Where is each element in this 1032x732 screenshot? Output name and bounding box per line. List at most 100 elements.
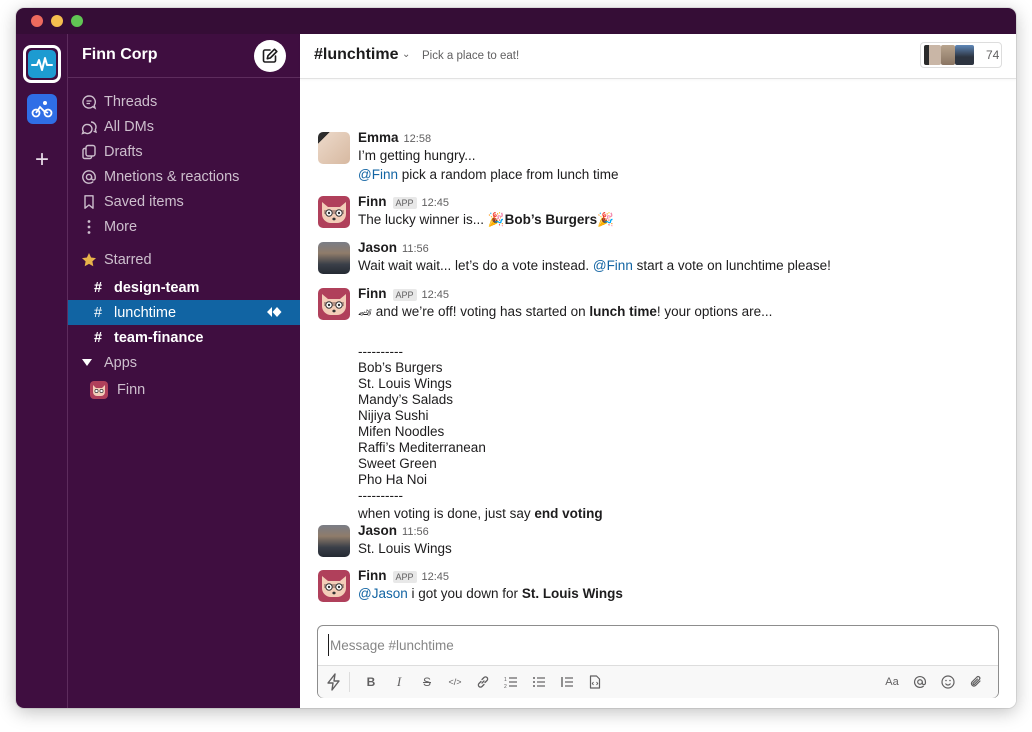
bold-button[interactable]: B [361,673,381,691]
app-badge: APP [392,571,417,583]
code-button[interactable]: </> [445,673,465,691]
avatar[interactable] [318,132,350,164]
message: Emma 12:58 I’m getting hungry... @Finn p… [300,128,1016,192]
apps-label: Apps [104,354,138,371]
nav-list: Threads All DMs Drafts Mnetions & reacti… [68,78,300,405]
minimize-window-button[interactable] [51,15,63,27]
vote-option: Pho Ha Noi [358,472,428,487]
ordered-list-icon[interactable]: 12 [501,673,521,691]
blockquote-icon[interactable] [557,673,577,691]
message-composer: B I S </> 12 Aa [317,625,999,698]
nav-label: Mnetions & reactions [104,168,240,185]
app-badge: APP [392,197,417,209]
text-span: start a vote on lunchtime please! [632,258,831,273]
vote-option: Nijiya Sushi [358,408,429,423]
finn-raccoon-icon [322,202,346,223]
app-activity-icon [266,306,284,322]
strikethrough-button[interactable]: S [417,673,437,691]
author-name[interactable]: Finn [358,568,387,583]
message: Finn APP 12:45 🏎 and we’re off! voting h… [300,284,1016,521]
app-window: + Finn Corp Threads All DMs Drafts Mneti… [16,8,1016,708]
author-name[interactable]: Emma [358,130,399,145]
nav-mentions-reactions[interactable]: Mnetions & reactions [68,164,300,189]
divider-text: ---------- [358,344,403,359]
channel-topic: Pick a place to eat! [422,50,520,62]
avatar[interactable] [318,570,350,602]
emoji-icon[interactable] [938,673,958,691]
avatar[interactable] [318,525,350,557]
link-icon[interactable] [473,673,493,691]
app-label: Finn [117,382,146,398]
workspace-rail: + [16,34,68,708]
chevron-down-icon[interactable]: ⌄ [402,49,410,60]
more-vertical-icon [80,218,98,236]
author-name[interactable]: Finn [358,286,387,301]
avatar[interactable] [318,288,350,320]
mention-link[interactable]: @Finn [593,258,633,273]
channel-design-team[interactable]: # design-team [68,275,300,300]
compose-button[interactable] [254,40,286,72]
channel-title[interactable]: #lunchtime [314,46,398,64]
finn-app-icon [90,381,108,399]
sidebar: Finn Corp Threads All DMs Drafts Mnetion… [68,34,300,708]
app-badge: APP [392,289,417,301]
dms-icon [80,118,98,136]
avatar[interactable] [318,196,350,228]
timestamp[interactable]: 12:45 [422,571,450,583]
channel-view: #lunchtime ⌄ Pick a place to eat! 74 Emm… [300,34,1016,708]
nav-label: Drafts [104,143,143,160]
timestamp[interactable]: 11:56 [402,243,429,255]
text-span: and we’re off! voting has started on [371,304,590,319]
workspace-finn-corp[interactable] [23,45,61,83]
message-text: @Finn pick a random place from lunch tim… [358,165,1016,184]
bulleted-list-icon[interactable] [529,673,549,691]
bicycle-icon [31,101,53,118]
bold-text: end voting [534,506,603,521]
message: Finn APP 12:45 @Jason i got you down for… [300,566,1016,612]
shortcuts-lightning-icon[interactable] [324,673,344,691]
nav-threads[interactable]: Threads [68,89,300,114]
message: Jason 11:56 Wait wait wait... let’s do a… [300,238,1016,284]
maximize-window-button[interactable] [71,15,83,27]
nav-more[interactable]: More [68,214,300,239]
timestamp[interactable]: 12:58 [404,133,432,145]
formatting-toggle-button[interactable]: Aa [882,673,902,691]
finn-raccoon-icon [322,576,346,597]
workspace-header[interactable]: Finn Corp [68,34,300,78]
nav-drafts[interactable]: Drafts [68,139,300,164]
italic-button[interactable]: I [389,673,409,691]
finn-raccoon-icon [322,294,346,315]
vote-option: Sweet Green [358,456,437,471]
message-input[interactable] [328,634,928,656]
workspace-secondary[interactable] [27,94,57,124]
mention-icon[interactable] [910,673,930,691]
attach-paperclip-icon[interactable] [966,673,986,691]
timestamp[interactable]: 11:56 [402,526,429,538]
member-avatar [941,45,955,65]
author-name[interactable]: Finn [358,194,387,209]
channel-lunchtime[interactable]: # lunchtime [68,300,300,325]
author-name[interactable]: Jason [358,240,397,255]
avatar[interactable] [318,242,350,274]
code-block-icon[interactable] [585,673,605,691]
mention-link[interactable]: @Jason [358,586,408,601]
vote-option: Raffi’s Mediterranean [358,440,486,455]
mention-link[interactable]: @Finn [358,167,398,182]
members-button[interactable]: 74 [920,42,1002,68]
timestamp[interactable]: 12:45 [422,197,450,209]
apps-section-header[interactable]: Apps [68,350,300,375]
nav-all-dms[interactable]: All DMs [68,114,300,139]
message-list: Emma 12:58 I’m getting hungry... @Finn p… [300,128,1016,612]
timestamp[interactable]: 12:45 [422,289,450,301]
close-window-button[interactable] [31,15,43,27]
starred-section-header[interactable]: Starred [68,247,300,272]
app-finn[interactable]: Finn [68,375,300,405]
text-span: Wait wait wait... let’s do a vote instea… [358,258,593,273]
channel-team-finance[interactable]: # team-finance [68,325,300,350]
hash-icon: # [94,329,103,346]
bold-text: lunch time [589,304,657,319]
caret-down-icon [82,359,92,366]
nav-saved-items[interactable]: Saved items [68,189,300,214]
author-name[interactable]: Jason [358,523,397,538]
add-workspace-icon[interactable]: + [30,148,54,172]
